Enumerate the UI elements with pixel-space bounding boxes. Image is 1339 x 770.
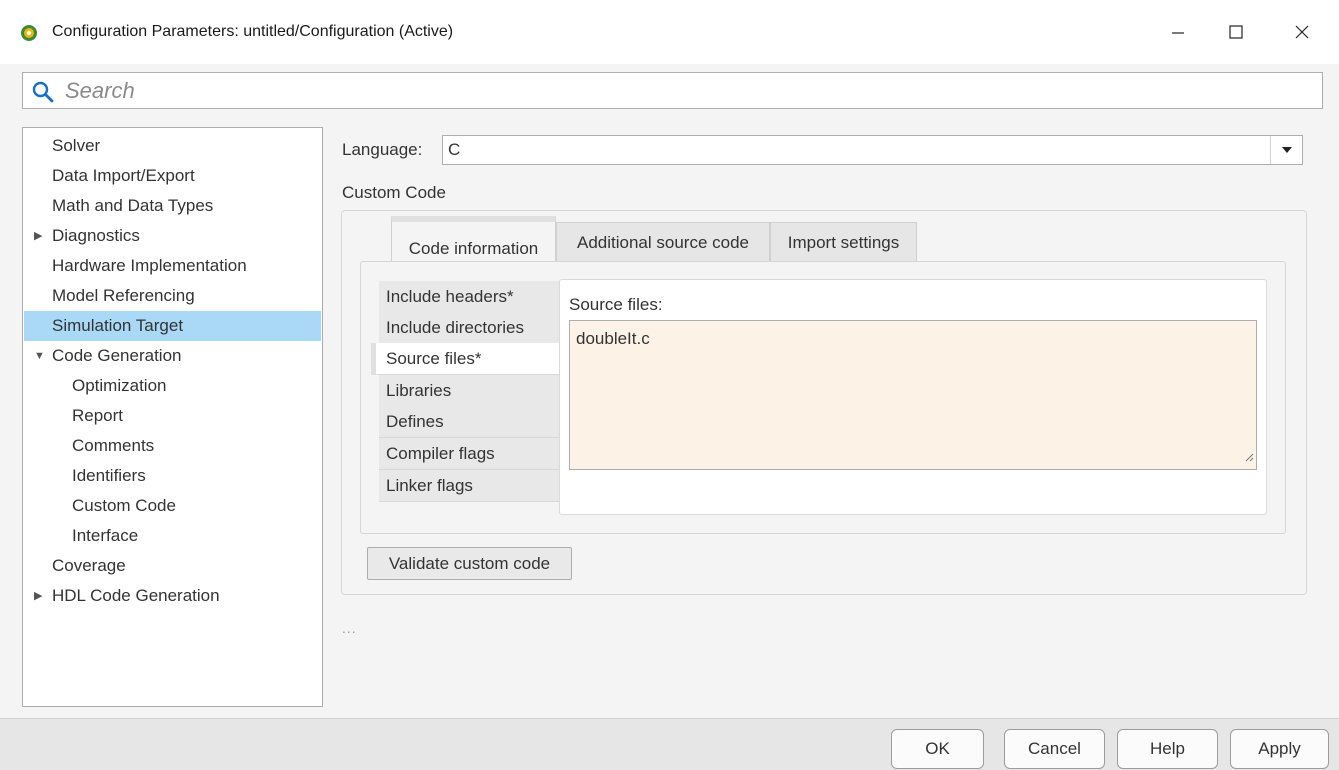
tab-label: Code information (408, 239, 539, 258)
side-tab-libraries[interactable]: Libraries (379, 375, 560, 407)
side-tab-include-headers[interactable]: Include headers* (379, 281, 560, 313)
tree-item-label: Interface (72, 526, 139, 545)
window-title: Configuration Parameters: untitled/Confi… (52, 23, 454, 40)
dropdown-arrow-icon[interactable] (1270, 136, 1302, 164)
language-label: Language: (342, 140, 423, 159)
tree-item-model-referencing[interactable]: Model Referencing (24, 281, 321, 311)
tree-item-label: Solver (52, 136, 101, 155)
source-files-label: Source files: (569, 295, 663, 314)
title-bar: Configuration Parameters: untitled/Confi… (0, 0, 1339, 64)
side-tab-label: Source files* (386, 349, 482, 368)
close-button[interactable] (1279, 14, 1325, 50)
tree-item-custom-code[interactable]: Custom Code (24, 491, 321, 521)
ok-button[interactable]: OK (891, 729, 984, 769)
tab-label: Import settings (787, 233, 900, 252)
tree-item-data-import-export[interactable]: Data Import/Export (24, 161, 321, 191)
validate-custom-code-button[interactable]: Validate custom code (367, 547, 572, 580)
tree-item-label: Optimization (72, 376, 167, 395)
help-button[interactable]: Help (1117, 729, 1218, 769)
simulink-gear-icon (20, 24, 38, 42)
more-ellipsis: ... (342, 620, 357, 636)
close-icon (1295, 25, 1309, 39)
side-tab-include-directories[interactable]: Include directories (379, 312, 560, 344)
apply-button[interactable]: Apply (1230, 729, 1329, 769)
tree-item-label: Code Generation (52, 346, 182, 365)
side-tab-label: Compiler flags (386, 444, 495, 463)
tree-item-interface[interactable]: Interface (24, 521, 321, 551)
resize-grip-icon[interactable] (1244, 449, 1254, 467)
tree-item-hdl-code-generation[interactable]: ▶ HDL Code Generation (24, 581, 321, 611)
tree-item-label: Model Referencing (52, 286, 195, 305)
maximize-button[interactable] (1213, 14, 1259, 50)
expand-caret-icon[interactable]: ▶ (34, 221, 42, 251)
side-tab-linker-flags[interactable]: Linker flags (379, 470, 560, 502)
tab-import-settings[interactable]: Import settings (770, 222, 917, 262)
minimize-icon (1172, 32, 1184, 34)
cancel-button[interactable]: Cancel (1004, 729, 1105, 769)
source-files-value[interactable]: doubleIt.c (576, 329, 650, 349)
tree-item-label: Math and Data Types (52, 196, 214, 215)
tree-item-hardware-implementation[interactable]: Hardware Implementation (24, 251, 321, 281)
side-tab-label: Include directories (386, 318, 524, 337)
tree-item-math-and-data-types[interactable]: Math and Data Types (24, 191, 321, 221)
side-tab-source-files[interactable]: Source files* (371, 343, 560, 375)
side-tab-label: Defines (386, 412, 444, 431)
search-input[interactable] (63, 77, 1313, 105)
search-icon (31, 80, 55, 109)
maximize-icon (1229, 25, 1243, 39)
tree-item-coverage[interactable]: Coverage (24, 551, 321, 581)
tree-item-label: HDL Code Generation (52, 586, 220, 605)
search-box[interactable] (22, 72, 1323, 109)
tree-item-simulation-target[interactable]: Simulation Target (24, 311, 321, 341)
category-tree: Solver Data Import/Export Math and Data … (22, 127, 323, 707)
tab-label: Additional source code (576, 233, 749, 252)
tree-item-report[interactable]: Report (24, 401, 321, 431)
source-files-textarea[interactable]: doubleIt.c (569, 320, 1257, 470)
tree-item-comments[interactable]: Comments (24, 431, 321, 461)
side-tab-defines[interactable]: Defines (379, 406, 560, 438)
tree-item-diagnostics[interactable]: ▶ Diagnostics (24, 221, 321, 251)
tree-item-code-generation[interactable]: ▼ Code Generation (24, 341, 321, 371)
collapse-caret-icon[interactable]: ▼ (34, 341, 45, 371)
tree-item-label: Coverage (52, 556, 126, 575)
tree-item-label: Diagnostics (52, 226, 140, 245)
side-tab-compiler-flags[interactable]: Compiler flags (379, 438, 560, 470)
tree-item-identifiers[interactable]: Identifiers (24, 461, 321, 491)
tree-item-label: Simulation Target (52, 316, 184, 335)
side-tab-label: Include headers* (386, 287, 514, 306)
tree-item-label: Report (72, 406, 124, 425)
tree-item-optimization[interactable]: Optimization (24, 371, 321, 401)
tab-code-information[interactable]: Code information (391, 216, 556, 262)
expand-caret-icon[interactable]: ▶ (34, 581, 42, 611)
tree-item-label: Custom Code (72, 496, 176, 515)
tab-additional-source-code[interactable]: Additional source code (556, 222, 770, 262)
section-title: Custom Code (342, 183, 446, 202)
language-dropdown[interactable]: C (442, 135, 1303, 165)
side-tab-label: Libraries (386, 381, 452, 400)
language-value: C (448, 140, 461, 159)
tree-item-solver[interactable]: Solver (24, 131, 321, 161)
tree-item-label: Comments (72, 436, 155, 455)
tree-item-label: Hardware Implementation (52, 256, 247, 275)
minimize-button[interactable] (1155, 14, 1201, 50)
tree-item-label: Identifiers (72, 466, 146, 485)
tree-item-label: Data Import/Export (52, 166, 195, 185)
side-tab-label: Linker flags (386, 476, 473, 495)
